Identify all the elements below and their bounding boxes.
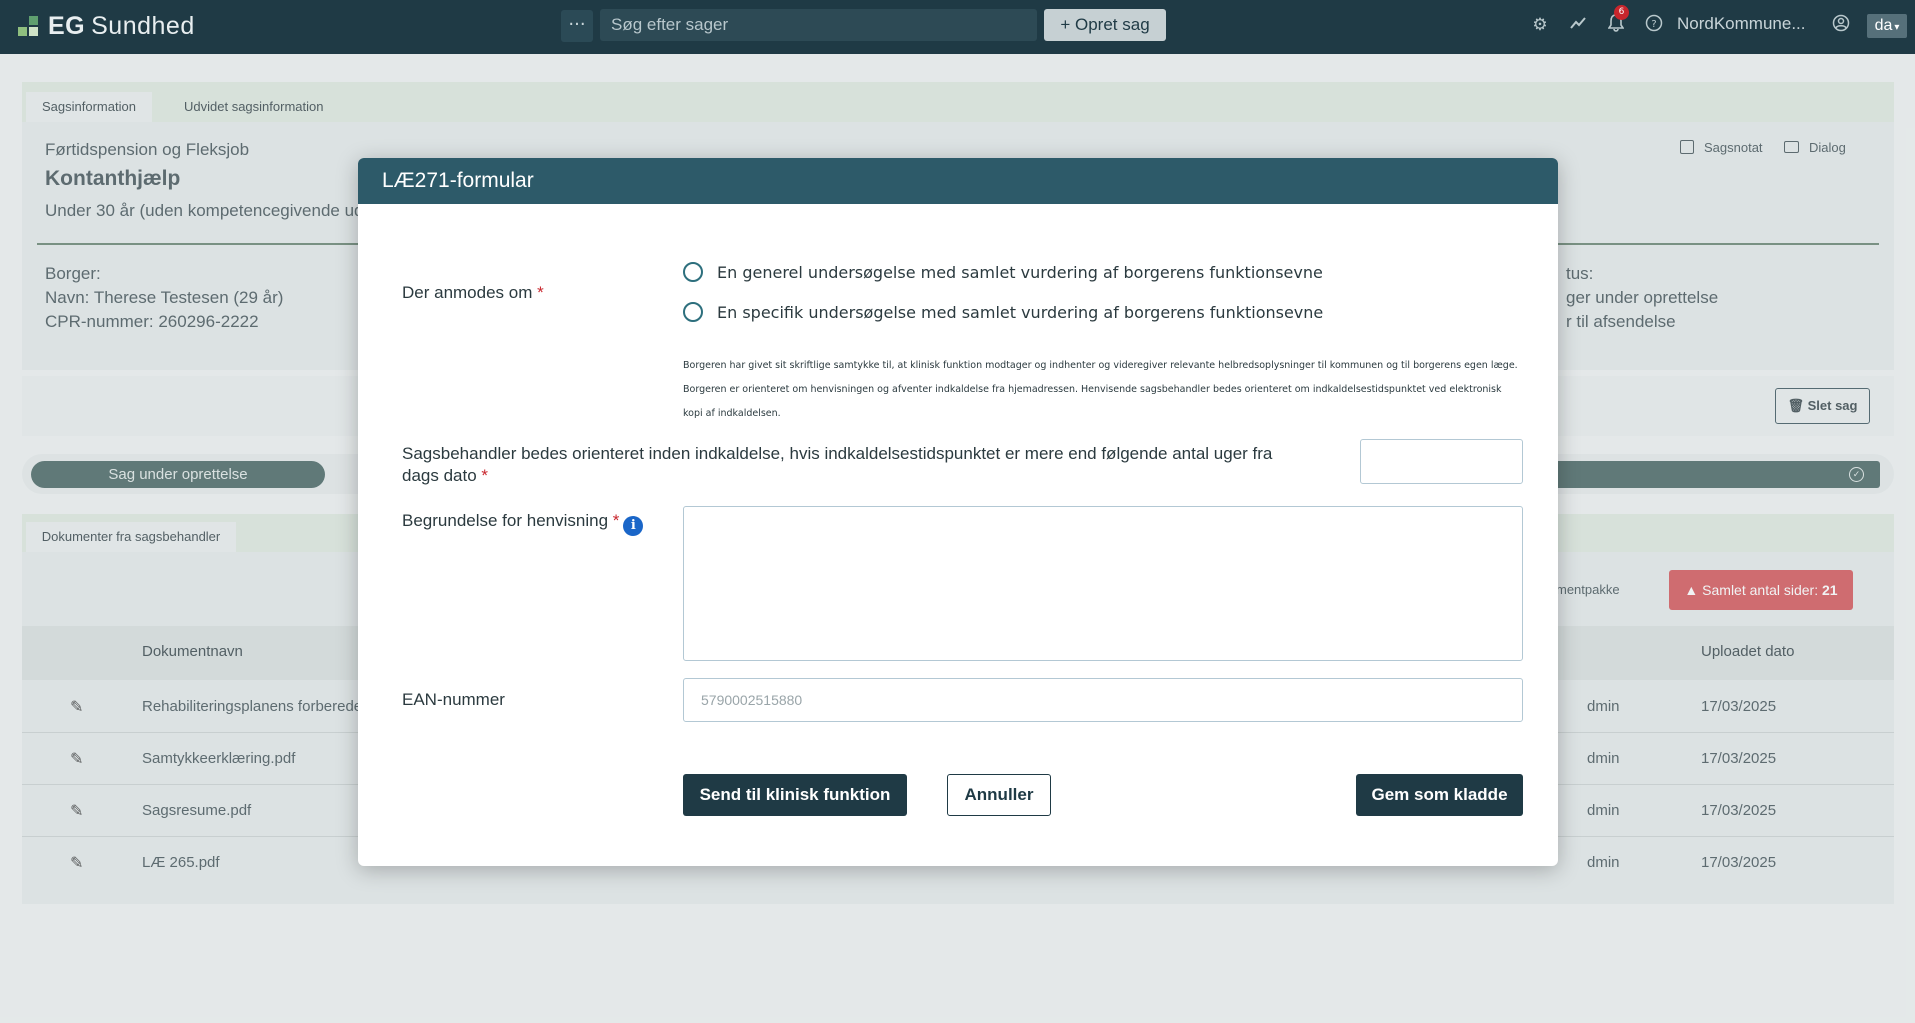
logo-mark-icon	[18, 15, 40, 38]
brand-name: EG	[48, 12, 86, 40]
more-menu-button[interactable]: ···	[561, 10, 593, 42]
consent-text: Borgeren har givet sit skriftlige samtyk…	[683, 360, 1518, 419]
info-icon[interactable]: i	[623, 516, 644, 536]
brand-logo[interactable]: EG Sundhed	[18, 12, 195, 41]
reason-label: Begrundelse for henvisning * i	[402, 510, 644, 536]
radio-label[interactable]: En specifik undersøgelse med samlet vurd…	[717, 303, 1323, 322]
radio-button[interactable]	[683, 262, 703, 282]
radio-button[interactable]	[683, 302, 703, 322]
cancel-button[interactable]: Annuller	[947, 774, 1051, 816]
reason-textarea[interactable]	[683, 506, 1523, 661]
radio-label[interactable]: En generel undersøgelse med samlet vurde…	[717, 263, 1323, 282]
radio-general-examination[interactable]: En generel undersøgelse med samlet vurde…	[683, 262, 1323, 282]
user-profile-icon[interactable]	[1830, 14, 1852, 36]
help-question-icon[interactable]: ?	[1643, 14, 1665, 36]
weeks-label: Sagsbehandler bedes orienteret inden ind…	[402, 444, 1273, 485]
radio-specific-examination[interactable]: En specifik undersøgelse med samlet vurd…	[683, 302, 1323, 322]
ean-label: EAN-nummer	[402, 690, 505, 709]
svg-text:?: ?	[1651, 19, 1656, 30]
top-bar: EG Sundhed ··· Søg efter sager + Opret sa…	[0, 0, 1915, 54]
chevron-down-icon: ▾	[1894, 22, 1900, 33]
organization-name[interactable]: NordKommune...	[1677, 14, 1806, 34]
required-marker: *	[537, 283, 544, 302]
required-marker: *	[481, 466, 489, 485]
dialog-title: LÆ271-formular	[358, 158, 1558, 204]
required-marker: *	[612, 511, 620, 530]
ean-input[interactable]: 5790002515880	[683, 678, 1523, 722]
search-input[interactable]: Søg efter sager	[600, 9, 1037, 41]
send-to-clinical-button[interactable]: Send til klinisk funktion	[683, 774, 907, 816]
create-case-button[interactable]: + Opret sag	[1044, 9, 1166, 41]
language-selector[interactable]: da ▾	[1867, 14, 1907, 38]
save-draft-button[interactable]: Gem som kladde	[1356, 774, 1523, 816]
brand-product: Sundhed	[91, 12, 195, 40]
lae271-form-dialog: LÆ271-formular Der anmodes om * En gener…	[358, 158, 1558, 866]
ean-placeholder: 5790002515880	[701, 692, 803, 708]
notification-count-badge: 6	[1614, 5, 1629, 20]
request-label: Der anmodes om *	[402, 283, 544, 302]
analytics-trend-icon[interactable]	[1567, 14, 1589, 36]
settings-gear-icon[interactable]: ⚙	[1529, 14, 1551, 36]
weeks-input[interactable]	[1360, 439, 1523, 484]
